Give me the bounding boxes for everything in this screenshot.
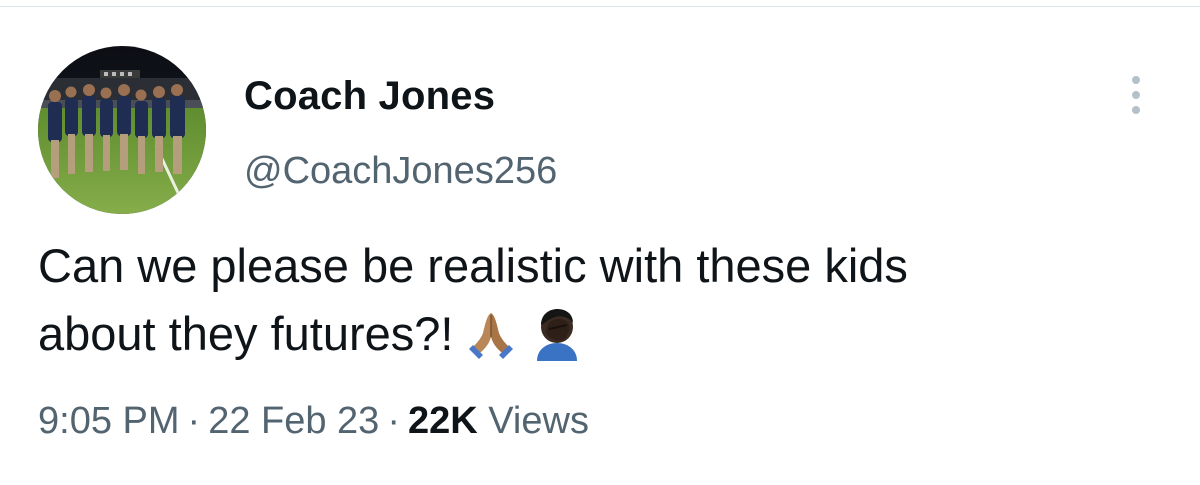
meta-separator: ·: [387, 400, 400, 442]
tweet-meta: 9:05 PM · 22 Feb 23 · 22K Views: [38, 400, 589, 443]
team-photo-avatar-icon: [38, 46, 206, 214]
more-dots-vertical-icon: [1132, 76, 1140, 84]
more-options-button[interactable]: [1118, 70, 1154, 120]
avatar[interactable]: [38, 46, 206, 214]
tweet-text-line-1: Can we please be realistic with these ki…: [38, 239, 908, 292]
tweet-time[interactable]: 9:05 PM: [38, 400, 180, 442]
views-label[interactable]: Views: [488, 400, 589, 442]
more-dots-vertical-icon: [1132, 91, 1140, 99]
tweet-card: Coach Jones @CoachJones256 Can we please…: [0, 0, 1200, 485]
author-handle[interactable]: @CoachJones256: [244, 150, 557, 193]
tweet-text-line-2: about they futures?!: [38, 307, 454, 360]
tweet-text: Can we please be realistic with these ki…: [38, 232, 1168, 372]
folded-hands-emoji-icon: [469, 313, 514, 360]
author-display-name[interactable]: Coach Jones: [244, 74, 495, 119]
tweet-text-line-2-wrap: about they futures?!: [38, 300, 1168, 372]
tweet-date[interactable]: 22 Feb 23: [208, 400, 379, 442]
person-facepalming-emoji-icon: [537, 309, 578, 362]
meta-separator: ·: [187, 400, 201, 442]
more-dots-vertical-icon: [1132, 106, 1140, 114]
tweet-emojis: [463, 296, 595, 364]
views-count[interactable]: 22K: [408, 400, 478, 442]
